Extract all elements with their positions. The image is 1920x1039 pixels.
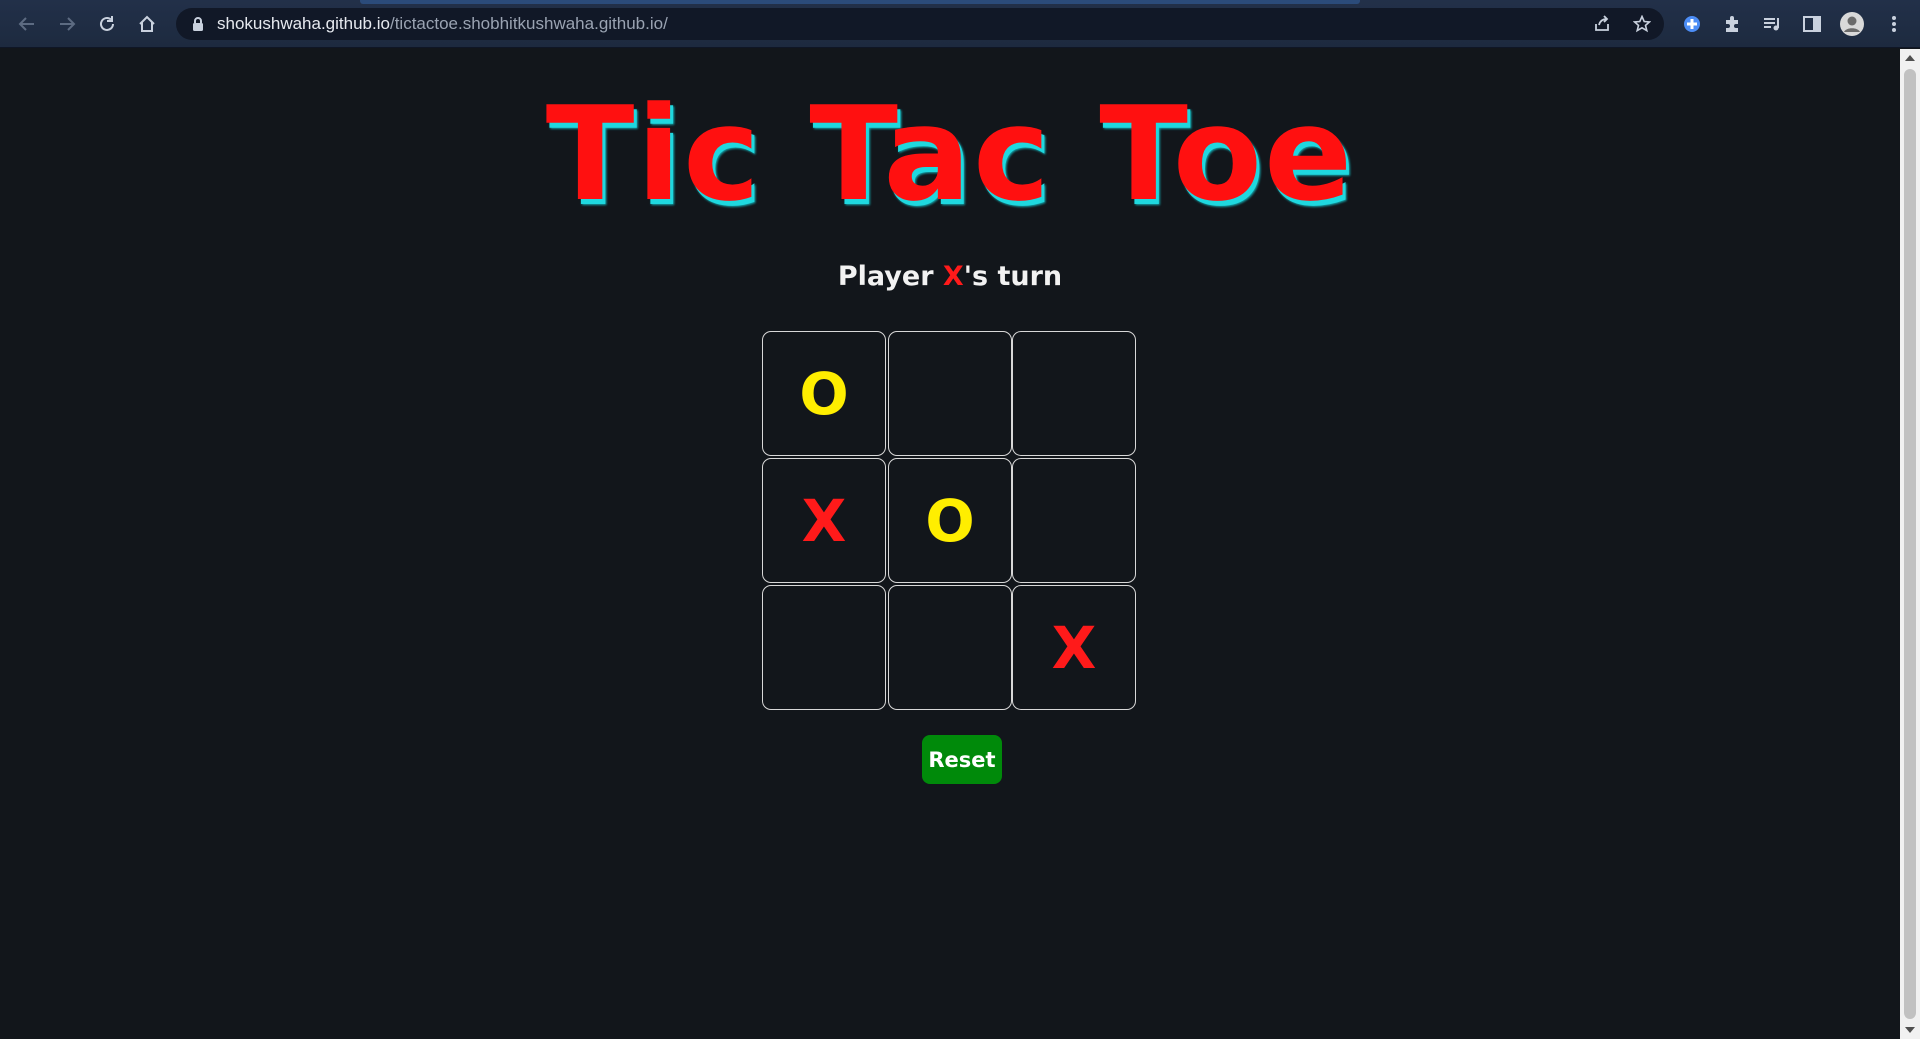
- extension-icon[interactable]: [1678, 10, 1706, 38]
- share-icon[interactable]: [1590, 12, 1614, 36]
- turn-status: Player X's turn: [0, 261, 1900, 292]
- lock-icon[interactable]: [191, 16, 205, 32]
- reload-icon[interactable]: [92, 9, 122, 39]
- side-panel-icon[interactable]: [1798, 10, 1826, 38]
- url-text[interactable]: shokushwaha.github.io/tictactoe.shobhitk…: [217, 14, 668, 34]
- back-arrow-icon[interactable]: [12, 9, 42, 39]
- board-cell-4[interactable]: O: [888, 458, 1012, 583]
- status-prefix: Player: [837, 261, 943, 292]
- board-cell-0[interactable]: O: [762, 331, 886, 456]
- url-path: /tictactoe.shobhitkushwaha.github.io/: [389, 14, 668, 33]
- board-cell-7[interactable]: [888, 585, 1012, 710]
- board-cell-1[interactable]: [888, 331, 1012, 456]
- url-host: shokushwaha.github.io: [217, 14, 390, 33]
- status-suffix: 's turn: [963, 261, 1063, 292]
- page-title: Tic Tac Toe: [545, 78, 1355, 230]
- scrollbar-thumb[interactable]: [1904, 69, 1916, 1019]
- address-bar[interactable]: shokushwaha.github.io/tictactoe.shobhitk…: [176, 8, 1664, 40]
- board-cell-3[interactable]: X: [762, 458, 886, 583]
- scroll-up-arrow-icon[interactable]: [1905, 55, 1915, 61]
- current-player: X: [942, 261, 964, 292]
- forward-arrow-icon[interactable]: [52, 9, 82, 39]
- board-cell-5[interactable]: [1012, 458, 1136, 583]
- kebab-menu-icon[interactable]: [1880, 10, 1908, 38]
- board-cell-6[interactable]: [762, 585, 886, 710]
- vertical-scrollbar[interactable]: [1900, 49, 1920, 1039]
- reset-button[interactable]: Reset: [922, 735, 1002, 784]
- puzzle-icon[interactable]: [1718, 10, 1746, 38]
- board-cell-8[interactable]: X: [1012, 585, 1136, 710]
- profile-avatar-icon[interactable]: [1838, 10, 1866, 38]
- game-board: O X O X: [762, 331, 1138, 711]
- browser-toolbar: shokushwaha.github.io/tictactoe.shobhitk…: [0, 0, 1920, 48]
- board-cell-2[interactable]: [1012, 331, 1136, 456]
- star-icon[interactable]: [1630, 12, 1654, 36]
- scroll-down-arrow-icon[interactable]: [1905, 1027, 1915, 1033]
- home-icon[interactable]: [132, 9, 162, 39]
- active-tab-indicator: [360, 0, 1360, 4]
- page-content: Tic Tac Toe Player X's turn O X O X Rese…: [0, 49, 1900, 1039]
- media-queue-icon[interactable]: [1758, 10, 1786, 38]
